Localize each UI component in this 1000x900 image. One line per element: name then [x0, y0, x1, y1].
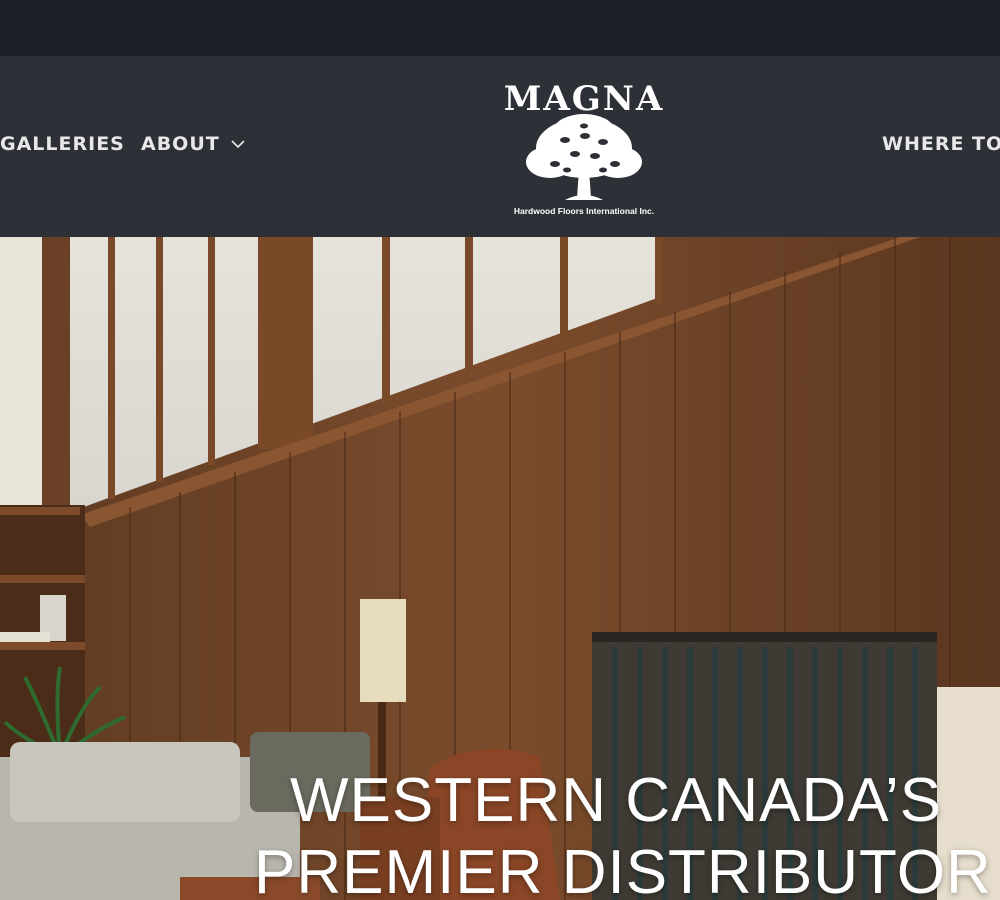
svg-text:MAGNA: MAGNA	[505, 79, 663, 119]
logo-tagline: Hardwood Floors International Inc.	[513, 206, 655, 216]
magna-logo[interactable]: MAGNA	[504, 70, 663, 220]
top-bar	[0, 0, 1000, 56]
nav-about-label: ABOUT	[141, 133, 220, 155]
nav-where-to-buy-link[interactable]: WHERE TO	[882, 133, 1000, 155]
nav-about-dropdown[interactable]: ABOUT	[141, 133, 246, 155]
hero-heading-line1: WESTERN CANADA’S	[290, 766, 943, 835]
hero-heading-line2: PREMIER DISTRIBUTOR	[254, 838, 992, 900]
chevron-down-icon	[231, 140, 245, 149]
nav-galleries-link[interactable]: GALLERIES	[0, 133, 125, 155]
logo-tree-icon: MAGNA	[504, 79, 663, 200]
